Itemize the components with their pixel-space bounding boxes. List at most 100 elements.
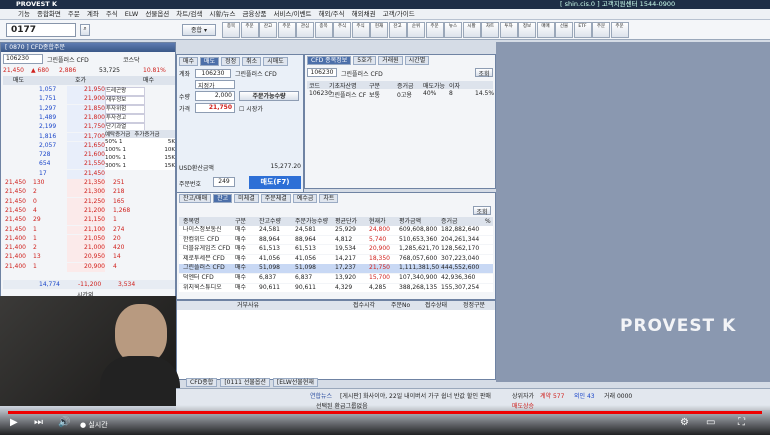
symbol-code-input[interactable]: 106230 bbox=[3, 54, 43, 64]
toolbar-button[interactable]: 순위 bbox=[407, 22, 425, 38]
toolbar-button[interactable]: 주문 bbox=[240, 22, 259, 38]
order-tab[interactable]: 취소 bbox=[242, 57, 262, 66]
menu-item[interactable]: 주문 bbox=[68, 9, 80, 19]
bid-price[interactable]: 20,900 bbox=[67, 262, 105, 272]
toolbar-button[interactable]: 정보 bbox=[518, 22, 536, 38]
menu-item[interactable]: 주식 bbox=[106, 9, 118, 19]
menu-item[interactable]: 해외채권 bbox=[352, 9, 376, 19]
settings-icon[interactable]: ⚙ bbox=[680, 417, 689, 428]
order-tab[interactable]: 시매도 bbox=[263, 57, 288, 66]
toolbar-button[interactable]: 관심 bbox=[296, 22, 314, 38]
balance-row[interactable]: 덕엔터 CFD 매수 6,837 6,837 13,920 15,700 107,340,9… bbox=[179, 274, 493, 283]
taskbar-tab[interactable]: [ELW선물현재 bbox=[272, 378, 318, 387]
bid-price[interactable]: 21,100 bbox=[67, 225, 105, 235]
qty-input[interactable]: 2,000 bbox=[195, 91, 235, 101]
account-input[interactable]: 106230 bbox=[195, 69, 231, 78]
balance-row[interactable]: 제로투세븐 CFD 매수 41,056 41,056 14,217 18,350 768,0… bbox=[179, 254, 493, 264]
order-type-select[interactable]: 지정가 bbox=[195, 80, 235, 90]
ask-price[interactable]: 21,750 bbox=[67, 123, 105, 133]
toolbar-button[interactable]: 현재 bbox=[370, 22, 388, 38]
menu-item[interactable]: 서비스/이벤트 bbox=[273, 9, 311, 19]
ask-price[interactable]: 21,700 bbox=[67, 132, 105, 142]
balance-tab[interactable]: 잔고 bbox=[213, 194, 233, 203]
progress-bar[interactable] bbox=[8, 411, 762, 414]
order-tab[interactable]: 정정 bbox=[221, 57, 241, 66]
ask-price[interactable]: 21,650 bbox=[67, 141, 105, 151]
next-icon[interactable]: ⏭ bbox=[34, 417, 43, 428]
ask-price[interactable]: 21,900 bbox=[67, 95, 105, 105]
info-tab[interactable]: 거래원 bbox=[378, 56, 403, 65]
balance-search-button[interactable]: 조회 bbox=[473, 206, 491, 216]
balance-row[interactable]: 더블유게임즈 CFD 매수 61,513 61,513 19,534 20,900 1,28… bbox=[179, 245, 493, 255]
menu-item[interactable]: 기능 bbox=[18, 9, 30, 19]
ask-price[interactable]: 21,800 bbox=[67, 113, 105, 123]
bid-price[interactable]: 21,200 bbox=[67, 206, 105, 216]
menu-item[interactable]: 차트/검색 bbox=[176, 9, 202, 19]
balance-tab[interactable]: 미체결 bbox=[234, 194, 259, 203]
ask-price[interactable]: 21,450 bbox=[67, 169, 105, 179]
balance-row[interactable]: 위지윅스튜디오 매수 90,611 90,611 4,329 4,285 388,268,1… bbox=[179, 283, 493, 293]
toolbar-button[interactable]: 투자 bbox=[499, 22, 518, 38]
balance-row[interactable]: 나이스정보통신 매수 24,581 24,581 25,929 24,800 609,608… bbox=[179, 226, 493, 235]
toolbar-button[interactable]: 주식 bbox=[333, 22, 351, 38]
toolbar-button[interactable]: 주식 bbox=[351, 22, 370, 38]
menu-item[interactable]: 고객/가이드 bbox=[383, 9, 415, 19]
toolbar-button[interactable]: 선물 bbox=[555, 22, 573, 38]
screen-group-dropdown[interactable]: 종합 ▾ bbox=[182, 24, 216, 36]
menu-item[interactable]: 해외/주식 bbox=[319, 9, 345, 19]
menu-item[interactable]: ELW bbox=[125, 9, 139, 19]
bid-price[interactable]: 20,950 bbox=[67, 253, 105, 263]
fullscreen-icon[interactable]: ⛶ bbox=[738, 417, 745, 428]
toolbar-button[interactable]: 주문 bbox=[277, 22, 296, 38]
balance-tab[interactable]: 차트 bbox=[319, 194, 339, 203]
taskbar-tab[interactable]: [0111 선물옵션 bbox=[220, 378, 270, 387]
order-no-input[interactable]: 249 bbox=[213, 177, 235, 187]
ask-price[interactable]: 21,850 bbox=[67, 104, 105, 114]
toolbar-button[interactable]: 주문 bbox=[425, 22, 444, 38]
balance-row[interactable]: 한컴위드 CFD 매수 88,964 88,964 4,812 5,740 510,653,… bbox=[179, 235, 493, 245]
max-qty-button[interactable]: 주문가능수량 bbox=[239, 91, 299, 101]
bid-price[interactable]: 21,250 bbox=[67, 197, 105, 207]
news-headline[interactable]: [게시판] 화사이야, 22일 내이버서 가구 쉽너 반값 할인 판매 bbox=[340, 391, 491, 400]
toolbar-button[interactable]: 차트 bbox=[481, 22, 499, 38]
ask-price[interactable]: 21,550 bbox=[67, 160, 105, 170]
info-code-input[interactable]: 106230 bbox=[307, 68, 337, 77]
market-price-checkbox[interactable]: ☐ 시장가 bbox=[239, 104, 263, 113]
menu-item[interactable]: 시황/뉴스 bbox=[209, 9, 235, 19]
toolbar-button[interactable]: 주문 bbox=[610, 22, 629, 38]
bid-price[interactable]: 21,300 bbox=[67, 188, 105, 198]
toolbar-button[interactable]: 종목 bbox=[314, 22, 333, 38]
menu-item[interactable]: 선물옵션 bbox=[145, 9, 169, 19]
bid-price[interactable]: 21,150 bbox=[67, 216, 105, 226]
balance-tab[interactable]: 주문체결 bbox=[260, 194, 291, 203]
toolbar-button[interactable]: 잔고 bbox=[388, 22, 407, 38]
ask-price[interactable]: 21,600 bbox=[67, 151, 105, 160]
miniplayer-icon[interactable]: ▭ bbox=[706, 417, 715, 428]
bid-price[interactable]: 21,050 bbox=[67, 234, 105, 244]
info-search-button[interactable]: 조회 bbox=[475, 68, 493, 78]
bid-price[interactable]: 21,350 bbox=[67, 179, 105, 188]
info-tab[interactable]: CFD 종목정보 bbox=[307, 56, 352, 65]
info-tab[interactable]: 시간별 bbox=[404, 56, 430, 65]
toolbar-button[interactable]: 시황 bbox=[462, 22, 481, 38]
volume-icon[interactable]: 🔊 bbox=[58, 417, 70, 428]
bid-price[interactable]: 21,000 bbox=[67, 244, 105, 253]
screen-code-input[interactable]: 0177 bbox=[6, 23, 76, 37]
menu-item[interactable]: 종합화면 bbox=[37, 9, 61, 19]
toolbar-button[interactable]: ETF bbox=[573, 22, 592, 38]
menu-item[interactable]: 계좌 bbox=[87, 9, 99, 19]
ask-price[interactable]: 21,950 bbox=[67, 86, 105, 95]
order-tab[interactable]: 매도 bbox=[200, 57, 220, 66]
taskbar-tab[interactable]: CFD종합 bbox=[186, 378, 218, 387]
balance-row[interactable]: 그린플러스 CFD 매수 51,098 51,098 17,237 21,750 1,111… bbox=[179, 264, 493, 274]
toolbar-button[interactable]: 종목 bbox=[222, 22, 240, 38]
play-icon[interactable]: ▶ bbox=[10, 417, 18, 428]
price-input[interactable]: 21,750 bbox=[195, 103, 235, 113]
balance-tab[interactable]: 잔고/매매 bbox=[179, 194, 212, 203]
order-tab[interactable]: 매수 bbox=[179, 57, 199, 66]
toolbar-button[interactable]: 잔고 bbox=[259, 22, 277, 38]
toolbar-button[interactable]: 매매 bbox=[536, 22, 555, 38]
menu-item[interactable]: 금융상품 bbox=[243, 9, 267, 19]
toolbar-button[interactable]: 뉴스 bbox=[444, 22, 462, 38]
sell-submit-button[interactable]: 매도(F7) bbox=[249, 176, 301, 189]
